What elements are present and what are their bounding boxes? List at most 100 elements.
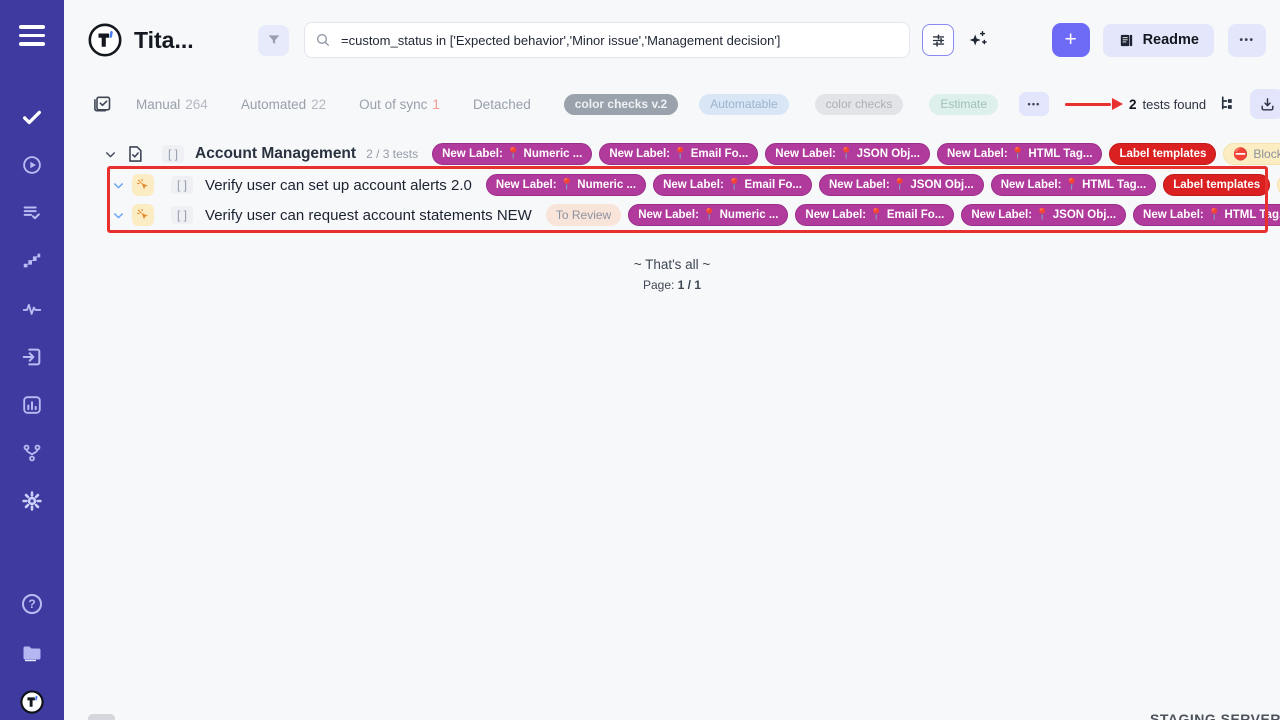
- chevron-down-icon[interactable]: [104, 148, 117, 161]
- test-title[interactable]: Verify user can set up account alerts 2.…: [205, 177, 472, 194]
- bracket-badge: [ ]: [171, 206, 193, 224]
- bulk-select-icon[interactable]: [92, 94, 112, 114]
- staging-watermark: STAGING SERVER: [1150, 711, 1280, 720]
- header: Tita... + Readme •••: [64, 0, 1280, 80]
- label-pill[interactable]: New Label: 📍 Email Fo...: [653, 174, 812, 196]
- tab-automated[interactable]: Automated 22: [241, 97, 326, 112]
- download-icon: [1259, 96, 1276, 113]
- test-labels: To Review New Label: 📍 Numeric ... New L…: [546, 204, 1280, 226]
- pill-text: Blocker: [1253, 144, 1280, 164]
- results-text: tests found: [1143, 97, 1207, 112]
- tab-label: Automated: [241, 97, 306, 112]
- test-plans-list-icon[interactable]: [21, 202, 43, 224]
- label-pill[interactable]: New Label: 📍 JSON Obj...: [961, 204, 1126, 226]
- tab-label: Detached: [473, 97, 531, 112]
- sparkles-icon: [966, 29, 988, 51]
- horizontal-scrollbar-thumb[interactable]: [88, 714, 115, 720]
- add-button[interactable]: +: [1052, 23, 1090, 57]
- sidebar-nav: [0, 106, 64, 512]
- label-pill[interactable]: New Label: 📍 Numeric ...: [486, 174, 646, 196]
- filter-pill-color-checks[interactable]: color checks: [815, 94, 904, 115]
- status-badge-to-review[interactable]: To Review: [546, 204, 621, 226]
- tab-label: Manual: [136, 97, 180, 112]
- label-pill[interactable]: New Label: 📍 Email Fo...: [599, 143, 758, 165]
- blocker-icon: ⛔: [1233, 144, 1248, 164]
- bracket-badge: [ ]: [162, 145, 184, 163]
- page-label: Page:: [643, 278, 674, 292]
- suite-title[interactable]: Account Management: [195, 145, 356, 163]
- test-title[interactable]: Verify user can request account statemen…: [205, 207, 532, 224]
- suite-document-icon: [125, 144, 145, 164]
- annotation-arrow: [1065, 98, 1123, 110]
- search-input[interactable]: [339, 32, 899, 49]
- filter-pill-estimate[interactable]: Estimate: [929, 94, 998, 115]
- tree-view-icon[interactable]: [1219, 95, 1237, 113]
- import-signin-icon[interactable]: [21, 346, 43, 368]
- label-pill-blocker[interactable]: ⛔ Blocker: [1223, 143, 1280, 165]
- ai-sparkles-button[interactable]: [964, 27, 990, 53]
- runs-play-icon[interactable]: [21, 154, 43, 176]
- pagination: Page: 1 / 1: [64, 278, 1280, 292]
- label-pill-templates[interactable]: Label templates: [1109, 143, 1216, 165]
- page-value: 1 / 1: [678, 278, 701, 292]
- search-icon: [315, 32, 331, 48]
- tab-count: 264: [185, 97, 208, 112]
- projects-folder-icon[interactable]: [20, 641, 44, 665]
- pulse-activity-icon[interactable]: [21, 298, 43, 320]
- label-pill[interactable]: New Label: 📍 Numeric ...: [432, 143, 592, 165]
- suite-row[interactable]: [ ] Account Management 2 / 3 tests New L…: [64, 138, 1280, 170]
- bottom-logo: [20, 690, 44, 714]
- test-row[interactable]: [ ] Verify user can set up account alert…: [64, 170, 1280, 200]
- book-icon: [1118, 32, 1135, 49]
- label-pill[interactable]: New Label: 📍 HTML Tag...: [991, 174, 1157, 196]
- settings-gear-icon[interactable]: [21, 490, 43, 512]
- chevron-down-icon[interactable]: [112, 179, 125, 192]
- label-pill[interactable]: New Label: 📍 JSON Obj...: [819, 174, 984, 196]
- app-logo: [88, 23, 122, 57]
- app-screen: ? Tita... +: [0, 0, 1280, 720]
- label-pill[interactable]: New Label: 📍 HTML Tag...: [1133, 204, 1280, 226]
- query-settings-button[interactable]: [922, 24, 954, 56]
- test-row[interactable]: [ ] Verify user can request account stat…: [64, 200, 1280, 230]
- label-pill[interactable]: New Label: 📍 HTML Tag...: [937, 143, 1103, 165]
- project-title: Tita...: [134, 27, 230, 54]
- branches-git-icon[interactable]: [21, 442, 43, 464]
- results-count: 2 tests found: [1129, 97, 1206, 112]
- label-pill[interactable]: New Label: 📍 Email Fo...: [795, 204, 954, 226]
- filter-funnel-button[interactable]: [258, 25, 289, 56]
- tab-detached[interactable]: Detached: [473, 97, 531, 112]
- analytics-bar-chart-icon[interactable]: [21, 394, 43, 416]
- tests-check-icon[interactable]: [21, 106, 43, 128]
- label-pill[interactable]: New Label: 📍 JSON Obj...: [765, 143, 930, 165]
- filters-more-button[interactable]: •••: [1019, 92, 1049, 116]
- sliders-icon: [930, 32, 947, 49]
- suite-test-counter: 2 / 3 tests: [366, 147, 418, 161]
- bracket-badge: [ ]: [171, 176, 193, 194]
- readme-label: Readme: [1143, 32, 1199, 48]
- tab-count: 22: [311, 97, 326, 112]
- help-question-icon[interactable]: ?: [20, 592, 44, 616]
- sidebar-bottom: ?: [0, 592, 64, 714]
- search-bar: [304, 22, 910, 58]
- list-footer: ~ That's all ~ Page: 1 / 1: [64, 257, 1280, 292]
- hamburger-menu-icon[interactable]: [19, 25, 45, 51]
- end-of-list-text: ~ That's all ~: [64, 257, 1280, 272]
- chevron-down-icon[interactable]: [112, 209, 125, 222]
- label-pill-templates[interactable]: Label templates: [1163, 174, 1270, 196]
- tab-out-of-sync[interactable]: Out of sync 1: [359, 97, 440, 112]
- manual-test-cursor-icon: [132, 174, 154, 196]
- tab-label: Out of sync: [359, 97, 427, 112]
- header-more-button[interactable]: •••: [1228, 24, 1266, 57]
- filter-pill-automatable[interactable]: Automatable: [699, 94, 788, 115]
- steps-stairs-icon[interactable]: [21, 250, 43, 272]
- tab-manual[interactable]: Manual 264: [136, 97, 208, 112]
- label-pill[interactable]: New Label: 📍 Numeric ...: [628, 204, 788, 226]
- download-button[interactable]: [1250, 89, 1280, 119]
- svg-text:?: ?: [28, 597, 35, 611]
- suite-labels: New Label: 📍 Numeric ... New Label: 📍 Em…: [432, 143, 1280, 165]
- results-number: 2: [1129, 97, 1137, 112]
- filter-pill-color-checks-v2[interactable]: color checks v.2: [564, 94, 679, 115]
- readme-button[interactable]: Readme: [1103, 24, 1214, 57]
- sidebar: ?: [0, 0, 64, 720]
- tab-count: 1: [432, 97, 440, 112]
